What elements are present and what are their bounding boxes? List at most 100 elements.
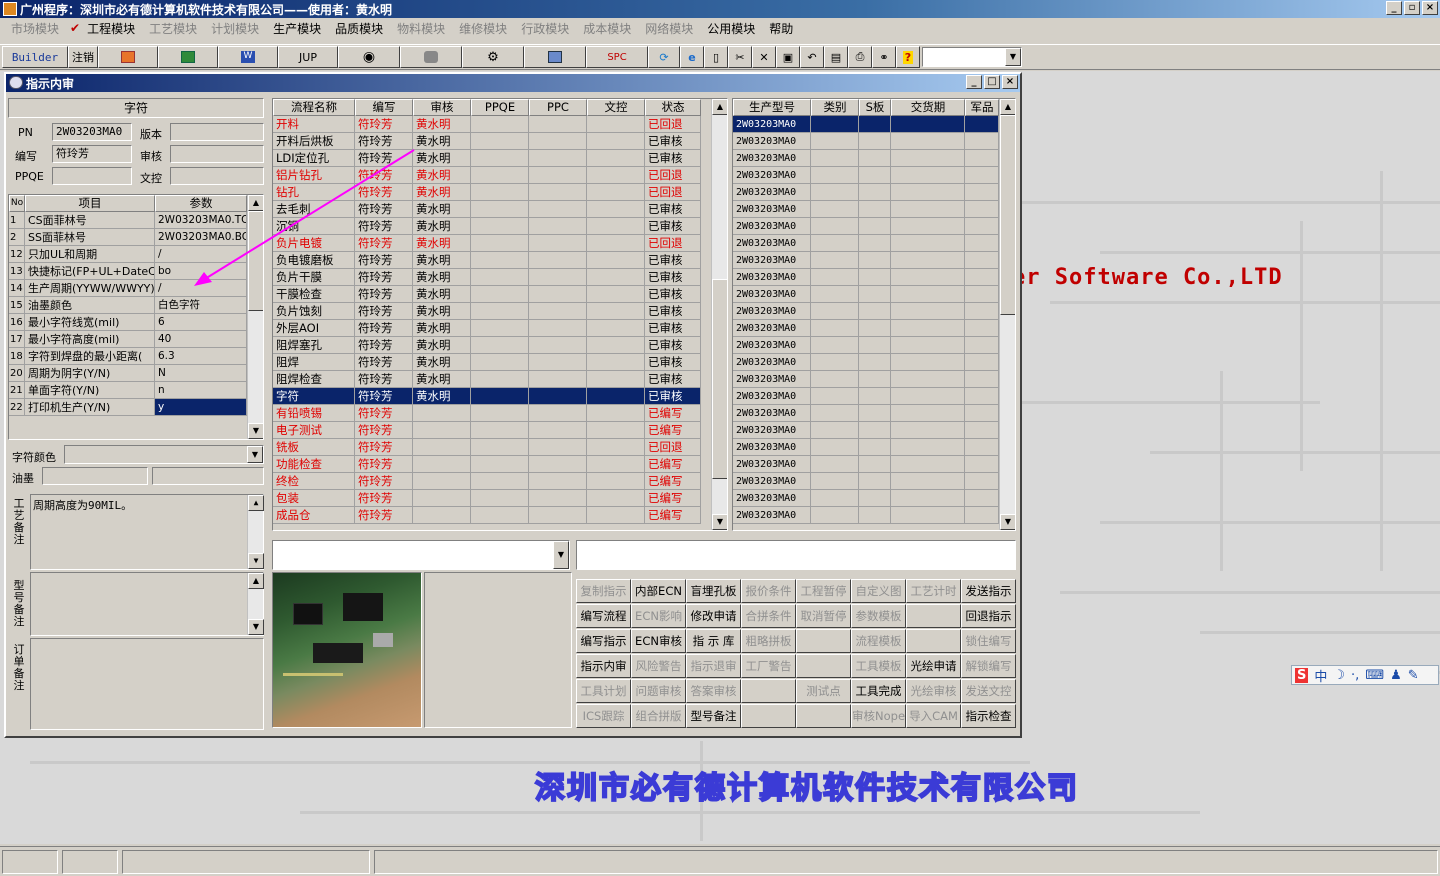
ppqe-field[interactable] [52,167,132,185]
action-button-3-1[interactable]: 风险警告 [631,654,686,678]
ime-toolbar[interactable]: S 中 ☽ ·, ⌨ ♟ ✎ [1291,665,1439,685]
action-button-2-7[interactable]: 锁住编写 [961,629,1016,653]
param-row[interactable]: 17 最小字符高度(mil) 40 [9,331,247,348]
process-row[interactable]: 终检 符玲芳 已编写 [273,473,701,490]
model-note-textarea[interactable]: ▲ ▼ [30,572,264,636]
action-button-0-5[interactable]: 自定义图 [851,579,906,603]
spc-button[interactable]: SPC [586,46,648,68]
action-button-3-4[interactable] [796,654,851,678]
model-row[interactable]: 2W03203MA0 [733,422,999,439]
delete-button[interactable]: ✕ [752,46,776,68]
chevron-down-icon[interactable]: ▼ [553,541,569,569]
scroll-thumb[interactable] [712,279,727,479]
child-minimize-button[interactable]: _ [966,75,982,89]
scroll-up-arrow[interactable]: ▲ [248,573,264,589]
model-row[interactable]: 2W03203MA0 [733,133,999,150]
save-button[interactable]: ▣ [776,46,800,68]
ie-button[interactable]: e [680,46,704,68]
scroll-up-arrow[interactable]: ▲ [712,99,727,115]
model-row[interactable]: 2W03203MA0 [733,303,999,320]
action-button-5-1[interactable]: 组合拼版 [631,704,686,728]
model-header-2[interactable]: S板 [859,99,891,116]
menu-item-6[interactable]: 物料模块 [390,20,452,37]
version-field[interactable] [170,123,264,141]
action-button-4-0[interactable]: 工具计划 [576,679,631,703]
action-button-5-5[interactable]: 审核Nope [851,704,906,728]
model-row[interactable]: 2W03203MA0 [733,252,999,269]
preview-button[interactable]: ▤ [824,46,848,68]
action-button-4-1[interactable]: 问题审核 [631,679,686,703]
model-row[interactable]: 2W03203MA0 [733,184,999,201]
process-row[interactable]: 成品仓 符玲芳 已编写 [273,507,701,524]
model-header-0[interactable]: 生产型号 [733,99,811,116]
scroll-down-arrow[interactable]: ▼ [712,514,727,530]
action-button-0-3[interactable]: 报价条件 [741,579,796,603]
action-button-1-6[interactable] [906,604,961,628]
scroll-thumb[interactable] [1000,115,1015,315]
model-row[interactable]: 2W03203MA0 [733,269,999,286]
action-button-5-2[interactable]: 型号备注 [686,704,741,728]
action-button-5-7[interactable]: 指示检查 [961,704,1016,728]
help-button[interactable]: ? [896,46,920,68]
menu-item-4[interactable]: 生产模块 [266,20,328,37]
logout-button[interactable]: 注销 [68,46,98,68]
computer-button[interactable] [524,46,586,68]
author-field[interactable]: 符玲芳 [52,145,132,163]
scroll-up-arrow[interactable]: ▲ [248,495,264,511]
action-button-2-4[interactable] [796,629,851,653]
print-button[interactable]: ⎙ [848,46,872,68]
process-row[interactable]: 电子测试 符玲芳 已编写 [273,422,701,439]
action-button-2-6[interactable] [906,629,961,653]
param-row[interactable]: 18 字符到焊盘的最小距离(6.3 [9,348,247,365]
model-scrollbar[interactable]: ▲ ▼ [999,99,1015,530]
action-button-2-5[interactable]: 流程模板 [851,629,906,653]
model-row[interactable]: 2W03203MA0 [733,388,999,405]
jup-button[interactable]: JUP [278,46,338,68]
process-header-4[interactable]: PPC [529,99,587,116]
action-button-1-3[interactable]: 合拼条件 [741,604,796,628]
param-row[interactable]: 22 打印机生产(Y/N) y [9,399,247,416]
action-button-1-0[interactable]: 编写流程 [576,604,631,628]
model-row[interactable]: 2W03203MA0 [733,456,999,473]
model-row[interactable]: 2W03203MA0 [733,167,999,184]
model-note-scrollbar[interactable]: ▲ ▼ [247,573,264,635]
action-button-0-0[interactable]: 复制指示 [576,579,631,603]
model-row[interactable]: 2W03203MA0 [733,490,999,507]
new-button[interactable]: ▯ [704,46,728,68]
network-button[interactable]: ⚙ [462,46,524,68]
action-button-5-6[interactable]: 导入CAM [906,704,961,728]
param-row[interactable]: 16 最小字符线宽(mil) 6 [9,314,247,331]
param-row[interactable]: 21 单面字符(Y/N) n [9,382,247,399]
action-button-0-1[interactable]: 内部ECN [631,579,686,603]
menu-item-1[interactable]: 工程模块 [80,20,142,37]
order-note-textarea[interactable] [30,638,264,730]
action-button-3-7[interactable]: 解锁编写 [961,654,1016,678]
close-button[interactable]: × [1422,1,1438,15]
undo-button[interactable]: ↶ [800,46,824,68]
process-header-3[interactable]: PPQE [471,99,529,116]
menu-item-7[interactable]: 维修模块 [452,20,514,37]
builder-button[interactable]: Builder [2,46,68,68]
ink-field-2[interactable] [152,467,264,485]
model-row[interactable]: 2W03203MA0 [733,371,999,388]
action-button-3-3[interactable]: 工厂警告 [741,654,796,678]
process-header-1[interactable]: 编写 [355,99,413,116]
action-button-0-4[interactable]: 工程暂停 [796,579,851,603]
param-header-0[interactable]: No [9,195,25,212]
lower-text-field[interactable] [576,540,1016,570]
action-button-1-1[interactable]: ECN影响 [631,604,686,628]
child-close-button[interactable]: × [1002,75,1018,89]
model-row[interactable]: 2W03203MA0 [733,235,999,252]
model-row[interactable]: 2W03203MA0 [733,286,999,303]
action-button-2-1[interactable]: ECN审核 [631,629,686,653]
model-row[interactable]: 2W03203MA0 [733,116,999,133]
model-grid[interactable]: 生产型号 类别 S板 交货期 军品 2W03203MA0 2W03203MA0 2W0320… [732,98,1016,531]
menu-item-12[interactable]: 帮助 [762,20,800,37]
restore-button[interactable]: ▫ [1404,1,1420,15]
scroll-down-arrow[interactable]: ▼ [1000,514,1015,530]
eye-button[interactable]: ◉ [338,46,400,68]
model-row[interactable]: 2W03203MA0 [733,439,999,456]
database-button[interactable] [400,46,462,68]
process-note-textarea[interactable]: 周期高度为90MIL。 ▲ ▼ [30,494,264,570]
model-row[interactable]: 2W03203MA0 [733,507,999,524]
